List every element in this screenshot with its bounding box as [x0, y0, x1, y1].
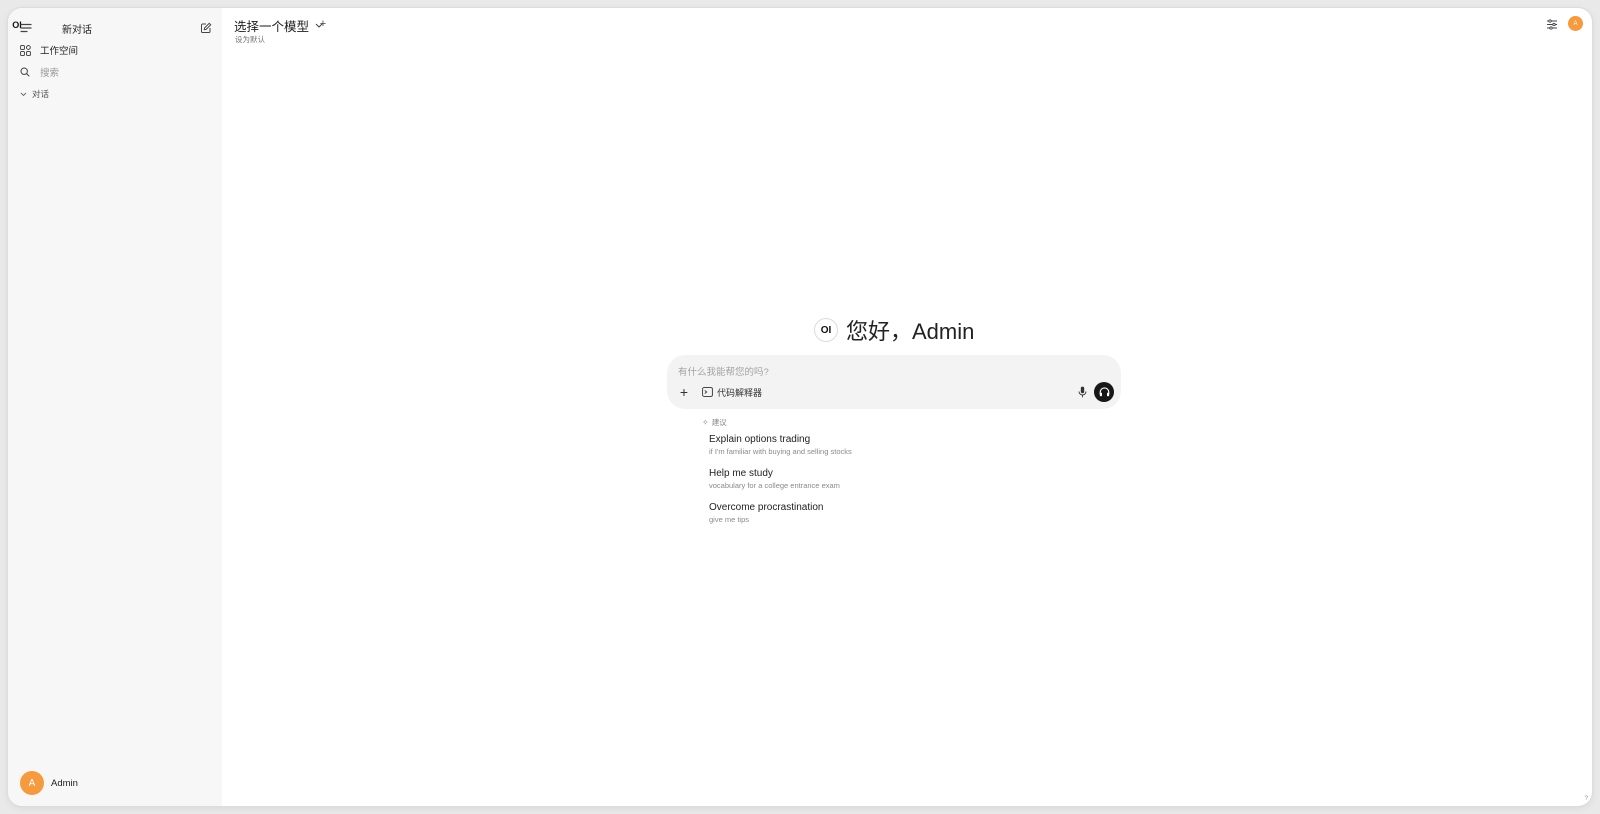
user-name: Admin	[51, 777, 78, 789]
new-chat-link[interactable]: 新对话	[62, 21, 92, 36]
main-panel: 选择一个模型 + 设为默认 A OI 您好，Admin 有什么我能帮您的吗? +…	[222, 8, 1592, 806]
greeting: OI 您好，Admin	[814, 314, 974, 346]
suggestion-title: Overcome procrastination	[709, 502, 824, 513]
sidebar: OI 新对话 工作空间 搜索 对话 A Admin	[8, 8, 222, 806]
suggestion-subtitle: if I'm familiar with buying and selling …	[709, 447, 852, 456]
code-interpreter-toggle[interactable]: 代码解释器	[701, 385, 762, 399]
sparkle-icon: ✧	[702, 418, 709, 427]
sidebar-header: OI 新对话	[8, 16, 222, 40]
logo: OI	[814, 318, 838, 342]
greeting-text: 您好，Admin	[846, 319, 975, 344]
suggestion-title: Help me study	[709, 468, 773, 479]
chat-composer: 有什么我能帮您的吗? + 代码解释器	[667, 355, 1121, 409]
sidebar-item-workspace[interactable]: 工作空间	[16, 40, 214, 60]
suggestion-subtitle: vocabulary for a college entrance exam	[709, 481, 840, 490]
chats-section-label: 对话	[32, 89, 50, 99]
help-button[interactable]: ?	[1585, 796, 1588, 802]
sidebar-item-label: 工作空间	[40, 46, 79, 57]
set-default-link[interactable]: 设为默认	[235, 34, 265, 45]
microphone-icon[interactable]	[1075, 385, 1089, 399]
controls-icon[interactable]	[1544, 16, 1560, 32]
search-placeholder: 搜索	[40, 68, 60, 79]
suggestion-item[interactable]: Help me study vocabulary for a college e…	[709, 467, 1069, 501]
suggestion-subtitle: give me tips	[709, 515, 750, 524]
code-interpreter-label: 代码解释器	[717, 387, 763, 398]
chats-section-toggle[interactable]: 对话	[16, 84, 214, 104]
message-input[interactable]: 有什么我能帮您的吗?	[678, 364, 769, 378]
model-selector[interactable]: 选择一个模型	[234, 16, 324, 35]
suggestions-header-label: 建议	[711, 418, 727, 427]
avatar: A	[20, 771, 44, 795]
headphones-icon	[1099, 387, 1109, 397]
chevron-down-icon	[18, 87, 28, 101]
grid-icon	[18, 43, 32, 57]
search-input[interactable]: 搜索	[16, 62, 214, 82]
suggestion-item[interactable]: Explain options trading if I'm familiar …	[709, 433, 1069, 467]
search-icon	[18, 65, 32, 79]
voice-mode-button[interactable]	[1094, 382, 1114, 402]
suggestion-title: Explain options trading	[709, 434, 811, 445]
user-menu[interactable]: A Admin	[20, 770, 78, 796]
suggestion-list: Explain options trading if I'm familiar …	[709, 433, 1069, 535]
terminal-icon	[701, 386, 713, 398]
edit-icon[interactable]	[196, 18, 216, 38]
attach-button[interactable]: +	[677, 384, 691, 400]
model-selector-label: 选择一个模型	[234, 20, 310, 34]
menu-icon[interactable]	[16, 18, 36, 38]
suggestion-item[interactable]: Overcome procrastination give me tips	[709, 501, 1069, 535]
avatar[interactable]: A	[1568, 16, 1583, 31]
app-window: OI 新对话 工作空间 搜索 对话 A Admin 选择一个模型 + 设为默认 …	[8, 8, 1592, 806]
add-model-button[interactable]: +	[316, 16, 330, 32]
suggestions-header: ✧ 建议	[702, 417, 727, 428]
